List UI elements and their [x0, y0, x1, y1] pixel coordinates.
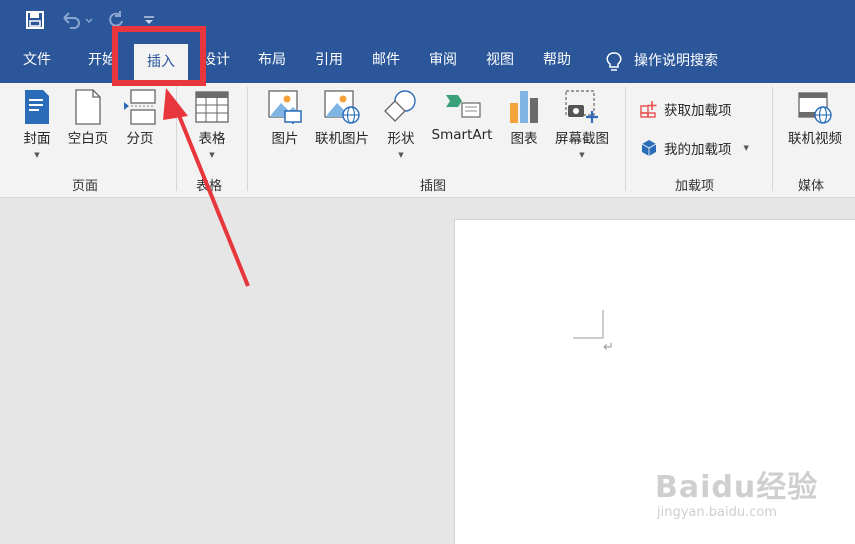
save-button[interactable] — [22, 8, 48, 32]
page-break-label: 分页 — [126, 131, 154, 147]
smartart-button[interactable]: SmartArt — [428, 89, 496, 143]
undo-icon — [63, 12, 93, 29]
online-picture-button[interactable]: 联机图片 — [312, 89, 372, 147]
table-button[interactable]: 表格 ▼ — [192, 89, 232, 159]
group-label-addins: 加载项 — [675, 179, 715, 194]
shapes-icon — [384, 90, 416, 122]
group-separator — [247, 87, 248, 191]
page-break-icon — [124, 89, 156, 125]
redo-icon — [109, 11, 123, 27]
group-separator — [176, 87, 177, 191]
watermark-logo: Baidu经验 — [655, 470, 819, 505]
addin-cube-icon — [641, 140, 657, 156]
cover-page-icon — [25, 90, 49, 124]
ribbon-insert: 封面 ▼ 空白页 分页 页面 表格 ▼ 表格 图片 联机图片 形状 ▼ Smar… — [0, 83, 855, 198]
get-addins-button[interactable]: 获取加载项 — [640, 99, 732, 119]
group-separator — [772, 87, 773, 191]
text-corner-marker — [573, 310, 604, 339]
smartart-label: SmartArt — [431, 127, 493, 143]
screenshot-label: 屏幕截图 — [555, 131, 609, 147]
chart-icon — [510, 91, 538, 123]
my-addins-button[interactable]: 我的加载项 ▼ — [640, 138, 749, 158]
redo-button[interactable] — [104, 8, 128, 32]
group-label-tables: 表格 — [196, 179, 223, 194]
my-addins-label: 我的加载项 — [664, 142, 732, 158]
group-separator — [625, 87, 626, 191]
screenshot-icon — [565, 90, 598, 123]
undo-button[interactable] — [58, 8, 98, 32]
blank-page-button[interactable]: 空白页 — [64, 89, 112, 147]
tab-mailings[interactable]: 邮件 — [372, 40, 400, 83]
title-bar — [0, 0, 855, 40]
cover-page-button[interactable]: 封面 ▼ — [18, 89, 56, 159]
chevron-down-icon: ▼ — [579, 151, 585, 159]
shapes-label: 形状 — [387, 131, 415, 147]
tell-me-label: 操作说明搜索 — [634, 53, 718, 69]
customize-icon — [144, 16, 154, 24]
tab-file[interactable]: 文件 — [23, 40, 51, 83]
tab-design[interactable]: 设计 — [202, 40, 230, 83]
group-label-media: 媒体 — [798, 179, 825, 194]
tab-view[interactable]: 视图 — [486, 40, 514, 83]
picture-icon — [268, 90, 302, 124]
chevron-down-icon: ▼ — [398, 151, 404, 159]
group-label-illustrations: 插图 — [420, 179, 447, 194]
watermark-url: jingyan.baidu.com — [657, 505, 777, 520]
tell-me-search[interactable]: 操作说明搜索 — [606, 40, 718, 83]
group-label-pages: 页面 — [72, 179, 99, 194]
picture-label: 图片 — [271, 131, 299, 147]
shapes-button[interactable]: 形状 ▼ — [380, 89, 422, 159]
tab-review[interactable]: 审阅 — [429, 40, 457, 83]
tab-home[interactable]: 开始 — [88, 40, 116, 83]
cover-page-label: 封面 — [23, 131, 51, 147]
chart-button[interactable]: 图表 — [506, 89, 542, 147]
tab-insert[interactable]: 插入 — [134, 44, 188, 83]
smartart-icon — [446, 95, 481, 118]
tab-help[interactable]: 帮助 — [543, 40, 571, 83]
paragraph-mark: ↵ — [603, 340, 614, 355]
lightbulb-icon — [606, 51, 622, 71]
table-icon — [195, 91, 229, 123]
ribbon-tab-bar: 文件 开始 插入 设计 布局 引用 邮件 审阅 视图 帮助 操作说明搜索 — [0, 40, 855, 83]
table-label: 表格 — [198, 131, 226, 147]
get-addins-label: 获取加载项 — [664, 103, 732, 119]
tab-layout[interactable]: 布局 — [258, 40, 286, 83]
online-picture-icon — [324, 90, 360, 124]
online-picture-label: 联机图片 — [315, 131, 369, 147]
online-video-button[interactable]: 联机视频 — [784, 89, 846, 147]
chevron-down-icon: ▼ — [743, 144, 749, 152]
tab-references[interactable]: 引用 — [315, 40, 343, 83]
picture-button[interactable]: 图片 — [266, 89, 304, 147]
save-icon — [26, 11, 44, 29]
online-video-label: 联机视频 — [788, 131, 842, 147]
online-video-icon — [798, 92, 832, 124]
blank-page-icon — [75, 89, 101, 125]
screenshot-button[interactable]: 屏幕截图 ▼ — [551, 89, 613, 159]
chevron-down-icon: ▼ — [34, 151, 40, 159]
chevron-down-icon: ▼ — [209, 151, 215, 159]
store-icon — [640, 101, 657, 118]
blank-page-label: 空白页 — [67, 131, 109, 147]
page-break-button[interactable]: 分页 — [121, 89, 159, 147]
customize-quick-access-button[interactable] — [140, 8, 158, 32]
chart-label: 图表 — [510, 131, 538, 147]
